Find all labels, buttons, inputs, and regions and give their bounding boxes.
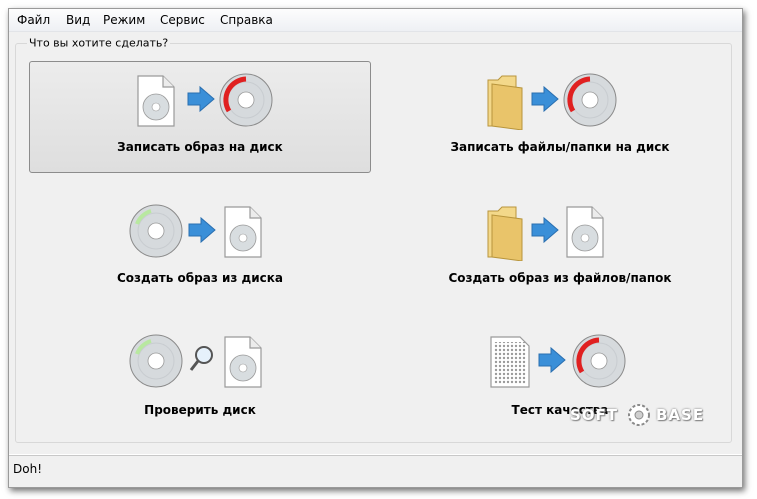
status-bar: Doh!	[9, 455, 742, 487]
action-icons	[30, 201, 370, 261]
burn-disc-icon	[219, 73, 273, 127]
arrow-right-icon	[187, 85, 215, 113]
arrow-right-icon	[531, 216, 559, 244]
disc-icon	[129, 334, 183, 388]
image-file-icon	[137, 75, 175, 127]
action-verify-disc[interactable]: Проверить диск	[29, 322, 371, 434]
action-burn-image[interactable]: Записать образ на диск	[29, 61, 371, 173]
burn-disc-icon	[572, 334, 626, 388]
group-title: Что вы хотите сделать?	[27, 36, 171, 50]
action-label: Создать образ из диска	[116, 271, 283, 285]
menu-service[interactable]: Сервис	[160, 13, 205, 27]
action-label: Создать образ из файлов/папок	[448, 271, 672, 285]
status-text: Doh!	[13, 462, 42, 476]
action-icons	[390, 70, 730, 131]
arrow-right-icon	[538, 346, 566, 374]
action-icons	[390, 331, 730, 391]
watermark-right: BASE	[656, 406, 705, 424]
disc-icon	[129, 204, 183, 258]
magnifier-icon	[189, 346, 213, 371]
main-panel: Что вы хотите сделать? Записать образ на…	[9, 32, 742, 454]
folder-icon	[487, 75, 523, 131]
menu-view[interactable]: Вид	[66, 13, 90, 27]
arrow-right-icon	[188, 216, 216, 244]
image-file-icon	[224, 206, 262, 258]
action-icons	[390, 201, 730, 262]
action-create-image-from-files[interactable]: Создать образ из файлов/папок	[389, 192, 731, 304]
gear-icon	[628, 404, 650, 426]
action-label: Записать образ на диск	[117, 140, 283, 154]
arrow-right-icon	[531, 85, 559, 113]
menu-help[interactable]: Справка	[220, 13, 273, 27]
image-file-icon	[566, 206, 604, 258]
burn-disc-icon	[563, 73, 617, 127]
watermark-left: SOFT	[570, 406, 619, 424]
action-label: Проверить диск	[144, 403, 256, 417]
action-create-image-from-disc[interactable]: Создать образ из диска	[29, 192, 371, 304]
menu-mode[interactable]: Режим	[103, 13, 145, 27]
menu-bar: Файл Вид Режим Сервис Справка	[9, 9, 742, 32]
action-icons	[30, 331, 370, 391]
folder-icon	[487, 206, 523, 262]
dotted-document-icon	[490, 336, 530, 388]
action-icons	[30, 70, 370, 130]
watermark: SOFT BASE	[570, 402, 716, 428]
image-file-icon	[224, 336, 262, 388]
menu-file[interactable]: Файл	[17, 13, 50, 27]
action-label: Записать файлы/папки на диск	[450, 140, 670, 154]
action-burn-files[interactable]: Записать файлы/папки на диск	[389, 61, 731, 173]
